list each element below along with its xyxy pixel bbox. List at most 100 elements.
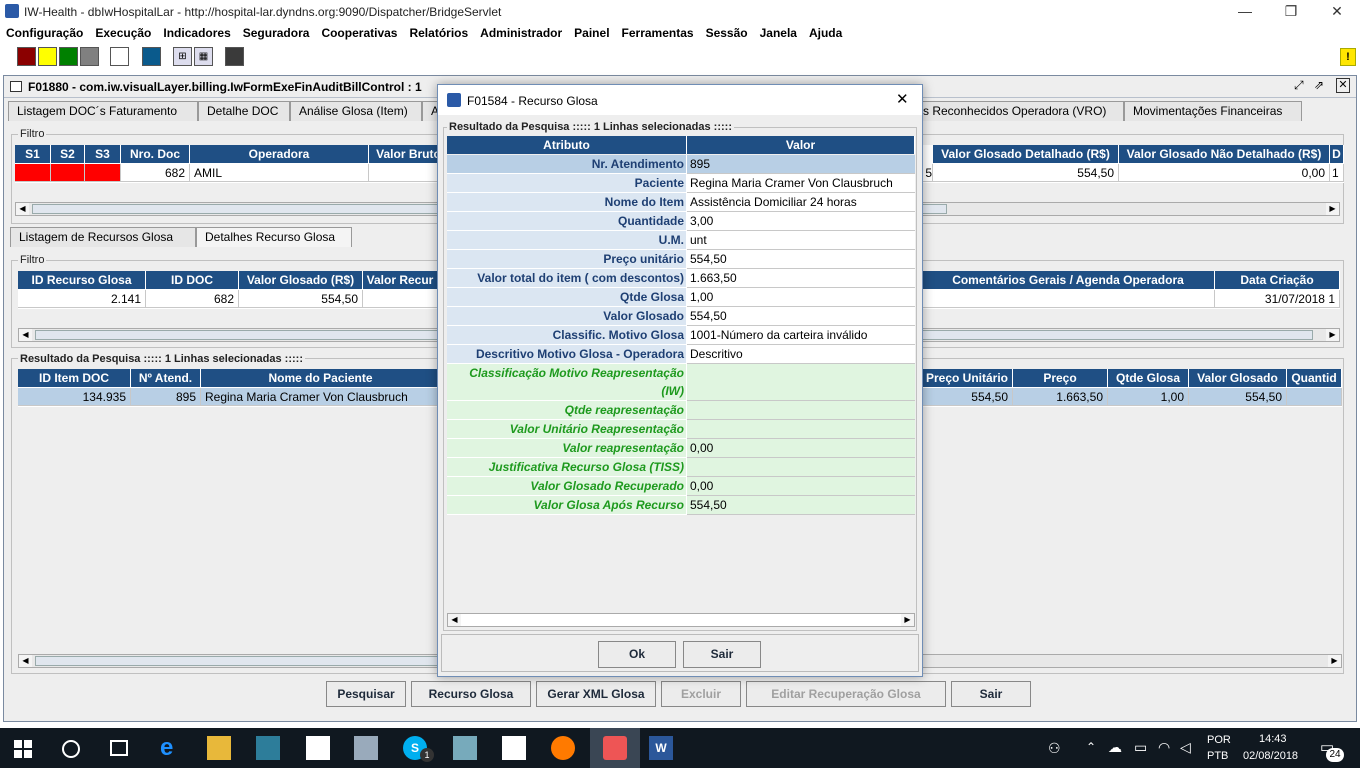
word-icon[interactable]: W bbox=[649, 736, 673, 760]
col-valor-glosado-item[interactable]: Valor Glosado bbox=[1189, 369, 1287, 387]
menu-relatorios[interactable]: Relatórios bbox=[403, 24, 474, 40]
recurso-glosa-button[interactable]: Recurso Glosa bbox=[411, 681, 531, 707]
cell-glosado-nao-detalhado[interactable]: 0,00 bbox=[1119, 164, 1330, 182]
scroll-right-icon[interactable]: ▶ bbox=[1328, 655, 1341, 667]
edge-icon[interactable]: e bbox=[160, 736, 184, 760]
maximize-button[interactable]: ❐ bbox=[1268, 0, 1314, 24]
menu-administrador[interactable]: Administrador bbox=[474, 24, 568, 40]
minimize-button[interactable]: — bbox=[1222, 0, 1268, 24]
firefox-icon[interactable] bbox=[551, 736, 575, 760]
color-white-button[interactable] bbox=[110, 47, 129, 66]
attr-value[interactable] bbox=[687, 401, 915, 420]
attr-value[interactable]: 1,00 bbox=[687, 288, 915, 307]
attr-value[interactable]: 895 bbox=[687, 155, 915, 174]
sair-button[interactable]: Sair bbox=[951, 681, 1031, 707]
keyboard-code[interactable]: PTB bbox=[1207, 750, 1228, 762]
attr-value[interactable]: Regina Maria Cramer Von Clausbruch bbox=[687, 174, 915, 193]
tab-analise-glosa[interactable]: Análise Glosa (Item) bbox=[290, 101, 422, 121]
color-blue-button[interactable] bbox=[142, 47, 161, 66]
color-dark-button[interactable] bbox=[225, 47, 244, 66]
restore-icon[interactable]: ⤢ bbox=[1294, 78, 1304, 93]
dialog-scrollbar[interactable]: ◀ ▶ bbox=[447, 613, 915, 627]
dialog-close-icon[interactable]: ✕ bbox=[896, 90, 909, 108]
attr-value[interactable]: 0,00 bbox=[687, 439, 915, 458]
cell-valor-recurso[interactable] bbox=[363, 290, 438, 308]
col-glosado-nao-detalhado[interactable]: Valor Glosado Não Detalhado (R$) bbox=[1119, 145, 1330, 163]
expand-icon[interactable]: ⇗ bbox=[1314, 78, 1324, 92]
windows-start-icon[interactable] bbox=[14, 740, 32, 758]
color-red-button[interactable] bbox=[17, 47, 36, 66]
scroll-left-icon[interactable]: ◀ bbox=[448, 614, 461, 626]
menu-ferramentas[interactable]: Ferramentas bbox=[616, 24, 700, 40]
gerar-xml-glosa-button[interactable]: Gerar XML Glosa bbox=[536, 681, 656, 707]
cell-valor-glosado[interactable]: 554,50 bbox=[239, 290, 363, 308]
calendar-icon[interactable] bbox=[502, 736, 526, 760]
scroll-right-icon[interactable]: ▶ bbox=[1326, 203, 1339, 215]
col-id-recurso[interactable]: ID Recurso Glosa bbox=[18, 271, 146, 289]
file-explorer-icon[interactable] bbox=[207, 736, 231, 760]
cell-id-doc[interactable]: 682 bbox=[146, 290, 239, 308]
attr-value[interactable]: unt bbox=[687, 231, 915, 250]
cell-id-recurso[interactable]: 2.141 bbox=[18, 290, 146, 308]
attr-value[interactable]: 554,50 bbox=[687, 307, 915, 326]
subtab-listagem-recursos[interactable]: Listagem de Recursos Glosa bbox=[10, 227, 196, 247]
tab-vro[interactable]: s Reconhecidos Operadora (VRO) bbox=[922, 101, 1124, 121]
notes-icon[interactable] bbox=[453, 736, 477, 760]
col-valor[interactable]: Valor bbox=[687, 136, 915, 154]
scroll-right-icon[interactable]: ▶ bbox=[901, 614, 914, 626]
wifi-icon[interactable]: ◠ bbox=[1158, 739, 1170, 756]
col-valor-glosado[interactable]: Valor Glosado (R$) bbox=[239, 271, 363, 289]
menu-configuracao[interactable]: Configuração bbox=[0, 24, 89, 40]
col-operadora[interactable]: Operadora bbox=[190, 145, 369, 163]
scroll-left-icon[interactable]: ◀ bbox=[19, 655, 32, 667]
alert-icon[interactable]: ! bbox=[1340, 48, 1356, 66]
col-s1[interactable]: S1 bbox=[15, 145, 51, 163]
excluir-button[interactable]: Excluir bbox=[661, 681, 741, 707]
task-view-icon[interactable] bbox=[110, 740, 128, 756]
menu-ajuda[interactable]: Ajuda bbox=[803, 24, 848, 40]
cell-preco-unitario[interactable]: 554,50 bbox=[922, 388, 1013, 406]
scroll-left-icon[interactable]: ◀ bbox=[19, 329, 32, 341]
menu-execucao[interactable]: Execução bbox=[89, 24, 157, 40]
cell-id-item[interactable]: 134.935 bbox=[18, 388, 131, 406]
col-id-item[interactable]: ID Item DOC bbox=[18, 369, 131, 387]
menu-painel[interactable]: Painel bbox=[568, 24, 615, 40]
dialog-sair-button[interactable]: Sair bbox=[683, 641, 761, 668]
col-nro-doc[interactable]: Nro. Doc bbox=[121, 145, 190, 163]
col-preco-unitario[interactable]: Preço Unitário bbox=[922, 369, 1013, 387]
color-green-button[interactable] bbox=[59, 47, 78, 66]
cell-quantidade[interactable] bbox=[1287, 388, 1342, 406]
col-valor-recurso[interactable]: Valor Recur bbox=[363, 271, 438, 289]
scroll-right-icon[interactable]: ▶ bbox=[1326, 329, 1339, 341]
attr-value[interactable]: 0,00 bbox=[687, 477, 915, 496]
attr-value[interactable]: 3,00 bbox=[687, 212, 915, 231]
attr-value[interactable]: 1001-Número da carteira inválido bbox=[687, 326, 915, 345]
col-paciente[interactable]: Nome do Paciente bbox=[201, 369, 441, 387]
lang-code[interactable]: POR bbox=[1207, 734, 1231, 746]
cell-data-criacao[interactable]: 31/07/2018 1 bbox=[1215, 290, 1340, 308]
scroll-left-icon[interactable]: ◀ bbox=[16, 203, 29, 215]
attr-value[interactable]: Descritivo bbox=[687, 345, 915, 364]
ok-button[interactable]: Ok bbox=[598, 641, 676, 668]
cell-glosado-detalhado[interactable]: 554,50 bbox=[933, 164, 1119, 182]
col-id-doc[interactable]: ID DOC bbox=[146, 271, 239, 289]
tree-icon[interactable]: ⊞ bbox=[173, 47, 192, 66]
color-yellow-button[interactable] bbox=[38, 47, 57, 66]
color-gray-button[interactable] bbox=[80, 47, 99, 66]
windows-icon[interactable]: ▦ bbox=[194, 47, 213, 66]
col-atributo[interactable]: Atributo bbox=[447, 136, 687, 154]
onedrive-icon[interactable]: ☁ bbox=[1108, 739, 1122, 756]
volume-icon[interactable]: ◁ bbox=[1180, 739, 1191, 756]
col-glosado-detalhado[interactable]: Valor Glosado Detalhado (R$) bbox=[933, 145, 1119, 163]
network-app-icon[interactable] bbox=[354, 736, 378, 760]
close-button[interactable]: ✕ bbox=[1314, 0, 1360, 24]
attr-value[interactable]: Assistência Domiciliar 24 horas bbox=[687, 193, 915, 212]
tab-listagem-docs[interactable]: Listagem DOC´s Faturamento bbox=[8, 101, 198, 121]
cell-valor-glosado-item[interactable]: 554,50 bbox=[1189, 388, 1287, 406]
mail-icon[interactable] bbox=[306, 736, 330, 760]
cell-operadora[interactable]: AMIL bbox=[190, 164, 369, 182]
menu-seguradora[interactable]: Seguradora bbox=[237, 24, 316, 40]
attr-value[interactable]: 554,50 bbox=[687, 250, 915, 269]
menu-indicadores[interactable]: Indicadores bbox=[157, 24, 236, 40]
cell-nro-doc[interactable]: 682 bbox=[121, 164, 190, 182]
